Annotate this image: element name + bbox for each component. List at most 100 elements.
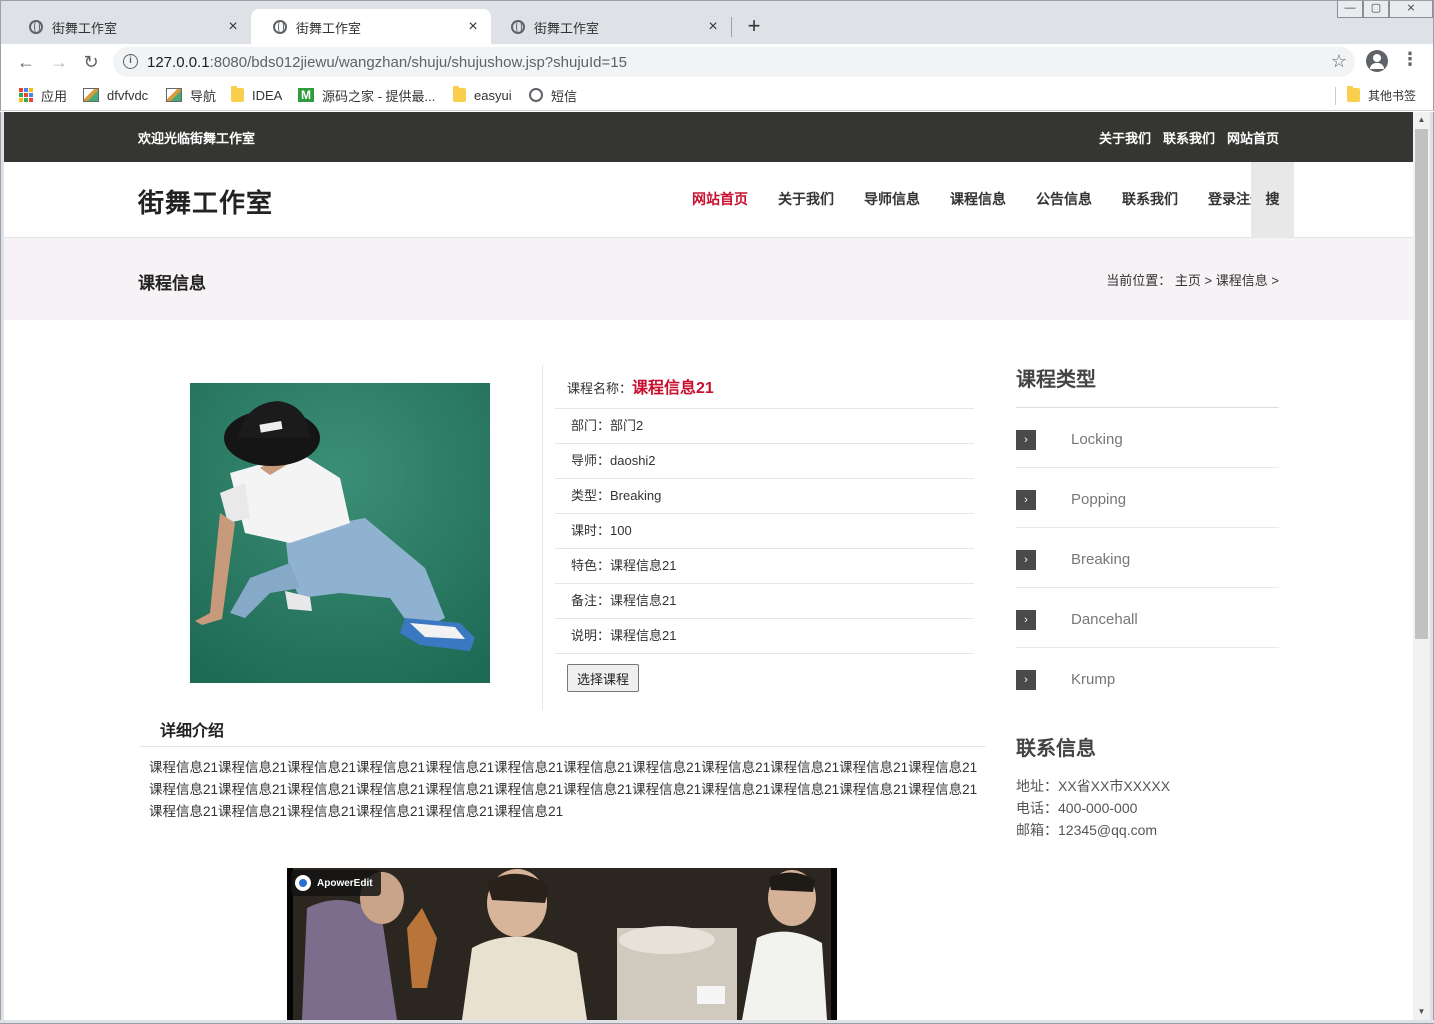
nav-contact[interactable]: 联系我们 xyxy=(1107,162,1193,237)
window-controls: — ▢ ⨯ xyxy=(1337,1,1433,19)
search-button[interactable]: 搜 xyxy=(1251,162,1294,237)
course-field-feature: 特色：课程信息21 xyxy=(555,549,974,584)
top-bar: 欢迎光临街舞工作室 关于我们 联系我们 网站首页 xyxy=(4,112,1413,162)
choose-course-button[interactable]: 选择课程 xyxy=(567,664,639,692)
bookmark-star-icon[interactable]: ☆ xyxy=(1331,51,1347,72)
category-item[interactable]: › Dancehall xyxy=(1016,588,1279,648)
browser-tab[interactable]: 街舞工作室 × xyxy=(7,9,251,45)
nav-courses[interactable]: 课程信息 xyxy=(935,162,1021,237)
apps-icon xyxy=(19,88,33,102)
bookmark-item[interactable]: M 源码之家 - 提供最... xyxy=(298,85,435,105)
course-video[interactable]: ApowerEdit xyxy=(287,868,837,1020)
bookmarks-bar: 应用 dfvfvdc 导航 IDEA M 源码之家 - 提供最... easyu… xyxy=(0,80,1434,111)
url-bar[interactable]: i 127.0.0.1:8080/bds012jiewu/wangzhan/sh… xyxy=(113,47,1355,77)
scrollbar-thumb[interactable] xyxy=(1415,129,1428,639)
bookmark-label: 其他书签 xyxy=(1368,88,1417,103)
globe-icon xyxy=(29,20,43,34)
course-field-teacher: 导师：daoshi2 xyxy=(555,444,974,479)
breadcrumb: 当前位置： 主页 > 课程信息 > xyxy=(1106,270,1279,289)
detail-divider xyxy=(140,746,986,747)
category-label[interactable]: Dancehall xyxy=(1071,611,1138,628)
profile-avatar-icon[interactable] xyxy=(1366,50,1388,72)
url-path: :8080/bds012jiewu/wangzhan/shuju/shujush… xyxy=(209,54,627,71)
url-host: 127.0.0.1 xyxy=(147,54,210,71)
site-logo[interactable]: 街舞工作室 xyxy=(138,183,273,220)
detail-text: 课程信息21课程信息21课程信息21课程信息21课程信息21课程信息21课程信息… xyxy=(149,760,978,819)
category-item[interactable]: › Locking xyxy=(1016,408,1279,468)
scroll-up-icon[interactable]: ▲ xyxy=(1413,112,1430,128)
close-tab-icon[interactable]: × xyxy=(465,18,481,36)
column-divider xyxy=(542,365,543,710)
bookmark-folder[interactable]: IDEA xyxy=(231,85,282,105)
nav-notices[interactable]: 公告信息 xyxy=(1021,162,1107,237)
course-field-type: 类型：Breaking xyxy=(555,479,974,514)
bookmark-label: easyui xyxy=(474,87,512,103)
browser-tab[interactable]: 街舞工作室 × xyxy=(489,9,731,45)
course-name-label: 课程名称： xyxy=(567,381,633,396)
globe-icon xyxy=(273,20,287,34)
folder-icon xyxy=(1347,86,1360,102)
bookmark-label: 源码之家 - 提供最... xyxy=(322,88,436,104)
bookmark-apps[interactable]: 应用 xyxy=(19,85,67,105)
course-name-row: 课程名称：课程信息21 xyxy=(555,373,974,409)
video-watermark: ApowerEdit xyxy=(291,870,381,896)
bookmark-folder[interactable]: easyui xyxy=(453,85,512,105)
breadcrumb-current[interactable]: 课程信息 xyxy=(1216,273,1268,288)
category-item[interactable]: › Breaking xyxy=(1016,528,1279,588)
forward-icon[interactable]: → xyxy=(48,51,70,73)
main-nav: 网站首页 关于我们 导师信息 课程信息 公告信息 联系我们 登录注册 xyxy=(677,162,1279,237)
category-item[interactable]: › Popping xyxy=(1016,468,1279,528)
top-link-about[interactable]: 关于我们 xyxy=(1099,128,1151,147)
nav-home[interactable]: 网站首页 xyxy=(677,162,763,237)
course-field-hours: 课时：100 xyxy=(555,514,974,549)
tab-title: 街舞工作室 xyxy=(534,20,600,36)
chevron-right-icon: › xyxy=(1016,430,1036,450)
site-info-icon[interactable]: i xyxy=(123,54,138,69)
bookmark-label: 导航 xyxy=(190,88,217,104)
page-heading-band: 课程信息 当前位置： 主页 > 课程信息 > xyxy=(4,238,1413,320)
reload-icon[interactable]: ↻ xyxy=(80,51,102,73)
top-link-contact[interactable]: 联系我们 xyxy=(1163,128,1215,147)
chevron-right-icon: › xyxy=(1016,490,1036,510)
category-label[interactable]: Locking xyxy=(1071,431,1123,448)
category-list: › Locking › Popping › Breaking › Danceha… xyxy=(1016,408,1279,708)
window-close-button[interactable]: ⨯ xyxy=(1389,1,1433,18)
close-tab-icon[interactable]: × xyxy=(705,18,721,36)
page-title: 课程信息 xyxy=(138,274,206,293)
minimize-button[interactable]: — xyxy=(1337,1,1363,18)
other-bookmarks[interactable]: 其他书签 xyxy=(1347,85,1416,105)
bookmark-label: IDEA xyxy=(252,87,283,103)
chevron-right-icon: › xyxy=(1016,670,1036,690)
course-photo xyxy=(190,383,490,683)
category-label[interactable]: Krump xyxy=(1071,671,1115,688)
bookmark-label: 短信 xyxy=(551,88,578,104)
globe-icon xyxy=(529,88,543,102)
scroll-down-icon[interactable]: ▼ xyxy=(1413,1004,1430,1020)
contact-title: 联系信息 xyxy=(1016,738,1096,760)
category-label[interactable]: Breaking xyxy=(1071,551,1130,568)
maximize-button[interactable]: ▢ xyxy=(1363,1,1389,18)
bookmark-item[interactable]: 短信 xyxy=(529,85,577,105)
category-item[interactable]: › Krump xyxy=(1016,648,1279,708)
breadcrumb-home[interactable]: 主页 xyxy=(1175,273,1201,288)
nav-about[interactable]: 关于我们 xyxy=(763,162,849,237)
new-tab-button[interactable]: + xyxy=(742,14,766,38)
browser-tab-active[interactable]: 街舞工作室 × xyxy=(251,9,491,45)
category-label[interactable]: Popping xyxy=(1071,491,1126,508)
page-scrollbar[interactable]: ▲ ▼ xyxy=(1413,112,1430,1020)
nav-teachers[interactable]: 导师信息 xyxy=(849,162,935,237)
bookmark-label: dfvfvdc xyxy=(107,87,149,103)
tab-title: 街舞工作室 xyxy=(296,20,362,36)
window-border xyxy=(1430,112,1434,1024)
bookmark-item[interactable]: dfvfvdc xyxy=(83,85,148,105)
globe-icon xyxy=(511,20,525,34)
contact-email: 邮箱：12345@qq.com xyxy=(1016,822,1158,838)
watermark-text: ApowerEdit xyxy=(317,877,373,889)
browser-menu-icon[interactable]: ⋮ xyxy=(1401,49,1419,70)
site-header: 街舞工作室 网站首页 关于我们 导师信息 课程信息 公告信息 联系我们 登录注册… xyxy=(4,162,1413,238)
top-link-home[interactable]: 网站首页 xyxy=(1227,128,1279,147)
close-tab-icon[interactable]: × xyxy=(225,18,241,36)
url-text[interactable]: 127.0.0.1:8080/bds012jiewu/wangzhan/shuj… xyxy=(147,54,627,71)
back-icon[interactable]: ← xyxy=(15,51,37,73)
bookmark-item[interactable]: 导航 xyxy=(166,85,216,105)
